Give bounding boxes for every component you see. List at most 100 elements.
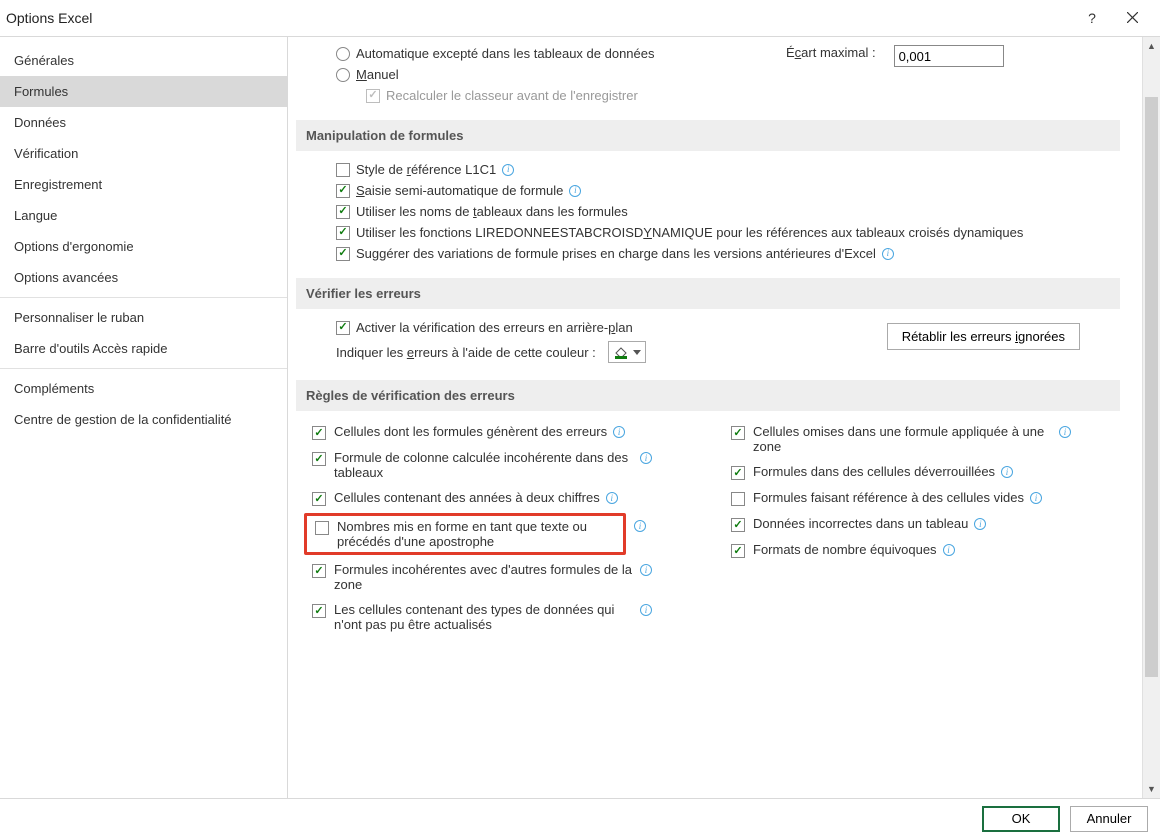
category-sidebar: Générales Formules Données Vérification … [0,37,288,798]
scroll-down-arrow[interactable]: ▼ [1143,780,1160,798]
title-bar: Options Excel ? [0,0,1160,36]
info-icon[interactable] [640,452,652,464]
rule-label: Données incorrectes dans un tableau [753,516,968,531]
checkbox-label: Utiliser les fonctions LIREDONNEESTABCRO… [356,225,1023,240]
section-error-checking: Vérifier les erreurs [296,278,1120,309]
sidebar-item-customize-ribbon[interactable]: Personnaliser le ruban [0,302,287,333]
rule-label: Cellules dont les formules génèrent des … [334,424,607,439]
checkbox-label: Activer la vérification des erreurs en a… [356,320,633,335]
info-icon[interactable] [640,564,652,576]
rule-row: Nombres mis en forme en tant que texte o… [312,511,701,557]
checkbox-suggest-variations[interactable] [336,247,350,261]
sidebar-item-data[interactable]: Données [0,107,287,138]
checkbox-label: Utiliser les noms de tableaux dans les f… [356,204,628,219]
radio-label: Manuel [356,67,399,82]
max-change-input[interactable] [894,45,1004,67]
sidebar-item-trust-center[interactable]: Centre de gestion de la confidentialité [0,404,287,435]
checkbox-label: Suggérer des variations de formule prise… [356,246,876,261]
rule-checkbox[interactable] [731,492,745,506]
rule-checkbox[interactable] [731,544,745,558]
rule-row: Données incorrectes dans un tableau [731,511,1120,537]
info-icon[interactable] [640,604,652,616]
reset-ignored-errors-button[interactable]: Rétablir les erreurs ignorées [887,323,1080,350]
sidebar-item-language[interactable]: Langue [0,200,287,231]
checkbox-label: Style de référence L1C1 [356,162,496,177]
sidebar-item-quick-access[interactable]: Barre d'outils Accès rapide [0,333,287,364]
section-formula-handling: Manipulation de formules [296,120,1120,151]
chevron-down-icon [633,350,641,355]
rule-label: Les cellules contenant des types de donn… [334,602,634,632]
scroll-thumb[interactable] [1145,97,1158,677]
checkbox-label: Saisie semi-automatique de formule [356,183,563,198]
info-icon[interactable] [613,426,625,438]
info-icon[interactable] [882,248,894,260]
sidebar-item-general[interactable]: Générales [0,45,287,76]
checkbox-enable-bg-error-check[interactable] [336,321,350,335]
info-icon[interactable] [502,164,514,176]
checkbox-getpivotdata[interactable] [336,226,350,240]
checkbox-label: Recalculer le classeur avant de l'enregi… [386,88,638,103]
checkbox-autocomplete[interactable] [336,184,350,198]
sidebar-item-formulas[interactable]: Formules [0,76,287,107]
radio-auto-except-tables[interactable] [336,47,350,61]
rule-row: Formules incohérentes avec d'autres form… [312,557,701,597]
checkbox-r1c1[interactable] [336,163,350,177]
highlighted-rule: Nombres mis en forme en tant que texte o… [304,513,626,555]
sidebar-separator [0,297,287,298]
max-change-label: Écart maximal : [786,45,876,60]
rule-row: Cellules contenant des années à deux chi… [312,485,701,511]
sidebar-item-proofing[interactable]: Vérification [0,138,287,169]
rule-checkbox[interactable] [731,466,745,480]
rule-checkbox[interactable] [731,426,745,440]
rule-row: Cellules dont les formules génèrent des … [312,419,701,445]
help-button[interactable]: ? [1072,2,1112,34]
rule-checkbox[interactable] [312,564,326,578]
rule-checkbox[interactable] [312,604,326,618]
info-icon[interactable] [1030,492,1042,504]
rules-right-column: Cellules omises dans une formule appliqu… [731,419,1120,637]
rule-checkbox[interactable] [312,492,326,506]
info-icon[interactable] [606,492,618,504]
rule-row: Les cellules contenant des types de donn… [312,597,701,637]
checkbox-table-names[interactable] [336,205,350,219]
info-icon[interactable] [634,520,646,532]
scroll-up-arrow[interactable]: ▲ [1143,37,1160,55]
rule-label: Formules incohérentes avec d'autres form… [334,562,634,592]
rule-checkbox[interactable] [315,521,329,535]
close-button[interactable] [1112,2,1152,34]
rule-checkbox[interactable] [312,452,326,466]
rule-label: Nombres mis en forme en tant que texte o… [337,519,617,549]
sidebar-item-accessibility[interactable]: Options d'ergonomie [0,231,287,262]
radio-manual[interactable] [336,68,350,82]
info-icon[interactable] [569,185,581,197]
sidebar-item-save[interactable]: Enregistrement [0,169,287,200]
rule-label: Formule de colonne calculée incohérente … [334,450,634,480]
fill-bucket-icon [613,344,629,360]
error-color-picker[interactable] [608,341,646,363]
rule-row: Formats de nombre équivoques [731,537,1120,563]
info-icon[interactable] [974,518,986,530]
sidebar-item-addins[interactable]: Compléments [0,373,287,404]
rule-label: Cellules omises dans une formule appliqu… [753,424,1053,454]
error-color-label: Indiquer les erreurs à l'aide de cette c… [336,345,596,360]
checkbox-recalc-before-save [366,89,380,103]
info-icon[interactable] [943,544,955,556]
ok-button[interactable]: OK [982,806,1060,832]
vertical-scrollbar[interactable]: ▲ ▼ [1142,37,1160,798]
rule-label: Formules dans des cellules déverrouillée… [753,464,995,479]
rule-row: Formules faisant référence à des cellule… [731,485,1120,511]
dialog-title: Options Excel [6,10,1072,26]
info-icon[interactable] [1059,426,1071,438]
section-error-rules: Règles de vérification des erreurs [296,380,1120,411]
rule-label: Cellules contenant des années à deux chi… [334,490,600,505]
rule-row: Formule de colonne calculée incohérente … [312,445,701,485]
rule-row: Cellules omises dans une formule appliqu… [731,419,1120,459]
cancel-button[interactable]: Annuler [1070,806,1148,832]
rule-checkbox[interactable] [731,518,745,532]
rule-label: Formats de nombre équivoques [753,542,937,557]
info-icon[interactable] [1001,466,1013,478]
sidebar-item-advanced[interactable]: Options avancées [0,262,287,293]
rule-checkbox[interactable] [312,426,326,440]
main-panel: Automatique excepté dans les tableaux de… [288,37,1160,798]
rule-label: Formules faisant référence à des cellule… [753,490,1024,505]
